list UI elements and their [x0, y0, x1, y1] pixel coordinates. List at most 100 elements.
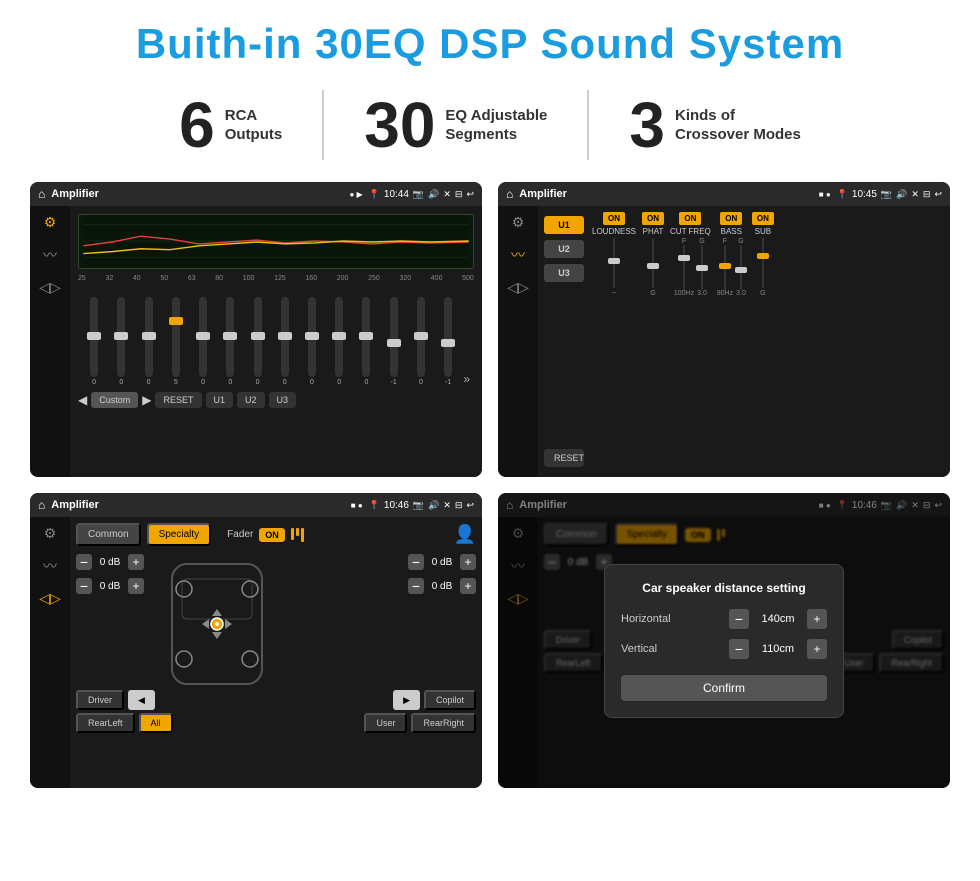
u1-preset-btn[interactable]: U1	[544, 216, 584, 234]
speaker-icon[interactable]: ◁▷	[39, 279, 61, 296]
prev-icon[interactable]: ◀	[78, 393, 87, 407]
home-icon[interactable]: ⌂	[38, 187, 45, 201]
phat-thumb	[647, 263, 659, 269]
fader-right-controls: − 0 dB + − 0 dB +	[408, 554, 476, 684]
cross-time: 10:45	[852, 189, 877, 200]
cross-reset-btn[interactable]: RESET	[544, 449, 584, 467]
speaker-icon-2[interactable]: ◁▷	[507, 279, 529, 296]
eq-left-icons: ⚙ 〰 ◁▷	[30, 206, 70, 477]
fl-minus-btn[interactable]: −	[76, 554, 92, 570]
copilot-left-arrow[interactable]: ◀	[128, 690, 155, 710]
bass-label: BASS	[721, 227, 742, 236]
cross-main: U1 U2 U3 RESET ON LOUDNESS	[538, 206, 950, 477]
loudness-slider[interactable]	[613, 238, 615, 288]
u2-preset-btn[interactable]: U2	[544, 240, 584, 258]
stat-crossover: 3 Kinds of Crossover Modes	[589, 93, 840, 157]
cross-topbar-icons: 📍 10:45 📷 🔊 ✕ ⊟ ↩	[837, 189, 942, 200]
phat-slider[interactable]	[652, 238, 654, 288]
back-icon-3[interactable]: ↩	[466, 500, 474, 511]
phat-ctrl: ON PHAT G	[642, 212, 664, 297]
horizontal-minus-btn[interactable]: −	[729, 609, 749, 629]
eq-slider-4: 0	[191, 297, 215, 386]
eq-slider-2: 0	[136, 297, 160, 386]
rr-minus-btn[interactable]: −	[408, 578, 424, 594]
fr-plus-btn[interactable]: +	[460, 554, 476, 570]
wave-icon-2[interactable]: 〰	[511, 245, 525, 265]
sub-slider[interactable]	[762, 238, 764, 288]
eq-u3-btn[interactable]: U3	[269, 392, 297, 408]
eq-freq-labels: 25 32 40 50 63 80 100 125 160 200 250 32…	[78, 275, 474, 282]
home-icon-3[interactable]: ⌂	[38, 498, 45, 512]
home-icon-2[interactable]: ⌂	[506, 187, 513, 201]
volume-icon-2: 🔊	[896, 189, 907, 200]
wave-icon-3[interactable]: 〰	[43, 556, 57, 576]
cross-left-icons: ⚙ 〰 ◁▷	[498, 206, 538, 477]
specialty-tab[interactable]: Specialty	[147, 523, 212, 546]
eq-graph	[78, 214, 474, 269]
close-icon-3[interactable]: ✕	[443, 500, 451, 511]
more-icon[interactable]: »	[463, 372, 470, 386]
bass-sliders: F 90Hz G	[717, 238, 746, 297]
rl-minus-btn[interactable]: −	[76, 578, 92, 594]
u3-preset-btn[interactable]: U3	[544, 264, 584, 282]
eq-custom-btn[interactable]: Custom	[91, 392, 138, 408]
fl-plus-btn[interactable]: +	[128, 554, 144, 570]
copilot-right-arrow[interactable]: ▶	[393, 690, 420, 710]
sub-on[interactable]: ON	[752, 212, 774, 225]
confirm-button[interactable]: Confirm	[621, 675, 827, 701]
screen-eq: ⌂ Amplifier ● ▶ 📍 10:44 📷 🔊 ✕ ⊟ ↩ ⚙ 〰 ◁▷	[30, 182, 482, 477]
driver-btn[interactable]: Driver	[76, 690, 124, 710]
vertical-plus-btn[interactable]: +	[807, 639, 827, 659]
next-icon[interactable]: ▶	[142, 393, 151, 407]
settings-icon[interactable]: 👤	[454, 524, 476, 545]
eq-icon-3[interactable]: ⚙	[44, 525, 57, 542]
wave-icon[interactable]: 〰	[43, 245, 57, 265]
close-icon-2[interactable]: ✕	[911, 189, 919, 200]
window-icon-2[interactable]: ⊟	[923, 189, 931, 200]
cutfreq-on[interactable]: ON	[679, 212, 701, 225]
eq-sliders: 0 0 0 5	[78, 286, 474, 386]
speaker-icon-3[interactable]: ◁▷	[39, 590, 61, 607]
eq-slider-6: 0	[245, 297, 269, 386]
stat-rca: 6 RCA Outputs	[139, 93, 322, 157]
back-icon-2[interactable]: ↩	[934, 189, 942, 200]
eq-icon[interactable]: ⚙	[44, 214, 57, 231]
eq-icon-2[interactable]: ⚙	[512, 214, 525, 231]
fr-minus-btn[interactable]: −	[408, 554, 424, 570]
eq-bottom-row: ◀ Custom ▶ RESET U1 U2 U3	[78, 392, 474, 408]
user-btn[interactable]: User	[364, 713, 407, 733]
bass-on[interactable]: ON	[720, 212, 742, 225]
cutfreq-label: CUT FREQ	[670, 227, 711, 236]
common-tab[interactable]: Common	[76, 523, 141, 546]
back-icon[interactable]: ↩	[466, 189, 474, 200]
eq-u2-btn[interactable]: U2	[237, 392, 265, 408]
window-icon-3[interactable]: ⊟	[455, 500, 463, 511]
stat-label-rca: RCA Outputs	[225, 106, 283, 145]
eq-reset-btn[interactable]: RESET	[155, 392, 201, 408]
stat-eq: 30 EQ Adjustable Segments	[324, 93, 587, 157]
horizontal-label: Horizontal	[621, 613, 721, 625]
all-btn[interactable]: All	[139, 713, 173, 733]
vertical-minus-btn[interactable]: −	[729, 639, 749, 659]
eq-topbar: ⌂ Amplifier ● ▶ 📍 10:44 📷 🔊 ✕ ⊟ ↩	[30, 182, 482, 206]
fader-topbar: ⌂ Amplifier ■ ● 📍 10:46 📷 🔊 ✕ ⊟ ↩	[30, 493, 482, 517]
stat-label-crossover: Kinds of Crossover Modes	[675, 106, 801, 145]
horizontal-plus-btn[interactable]: +	[807, 609, 827, 629]
eq-slider-1: 0	[109, 297, 133, 386]
phat-on[interactable]: ON	[642, 212, 664, 225]
window-icon[interactable]: ⊟	[455, 189, 463, 200]
loudness-on[interactable]: ON	[603, 212, 625, 225]
cross-presets: U1 U2 U3 RESET	[544, 212, 584, 471]
copilot-btn[interactable]: Copilot	[424, 690, 476, 710]
fader-topbar-icons: 📍 10:46 📷 🔊 ✕ ⊟ ↩	[369, 500, 474, 511]
rl-plus-btn[interactable]: +	[128, 578, 144, 594]
screen-dialog: ⌂ Amplifier ■ ● 📍 10:46 📷 🔊 ✕ ⊟ ↩ ⚙ 〰 ◁▷	[498, 493, 950, 788]
camera-icon-3: 📷	[413, 500, 424, 511]
eq-u1-btn[interactable]: U1	[206, 392, 234, 408]
eq-topbar-title: Amplifier	[51, 188, 343, 200]
close-icon[interactable]: ✕	[443, 189, 451, 200]
rr-plus-btn[interactable]: +	[460, 578, 476, 594]
rearleft-btn[interactable]: RearLeft	[76, 713, 135, 733]
fader-on-btn[interactable]: ON	[259, 528, 285, 542]
rearright-btn[interactable]: RearRight	[411, 713, 476, 733]
